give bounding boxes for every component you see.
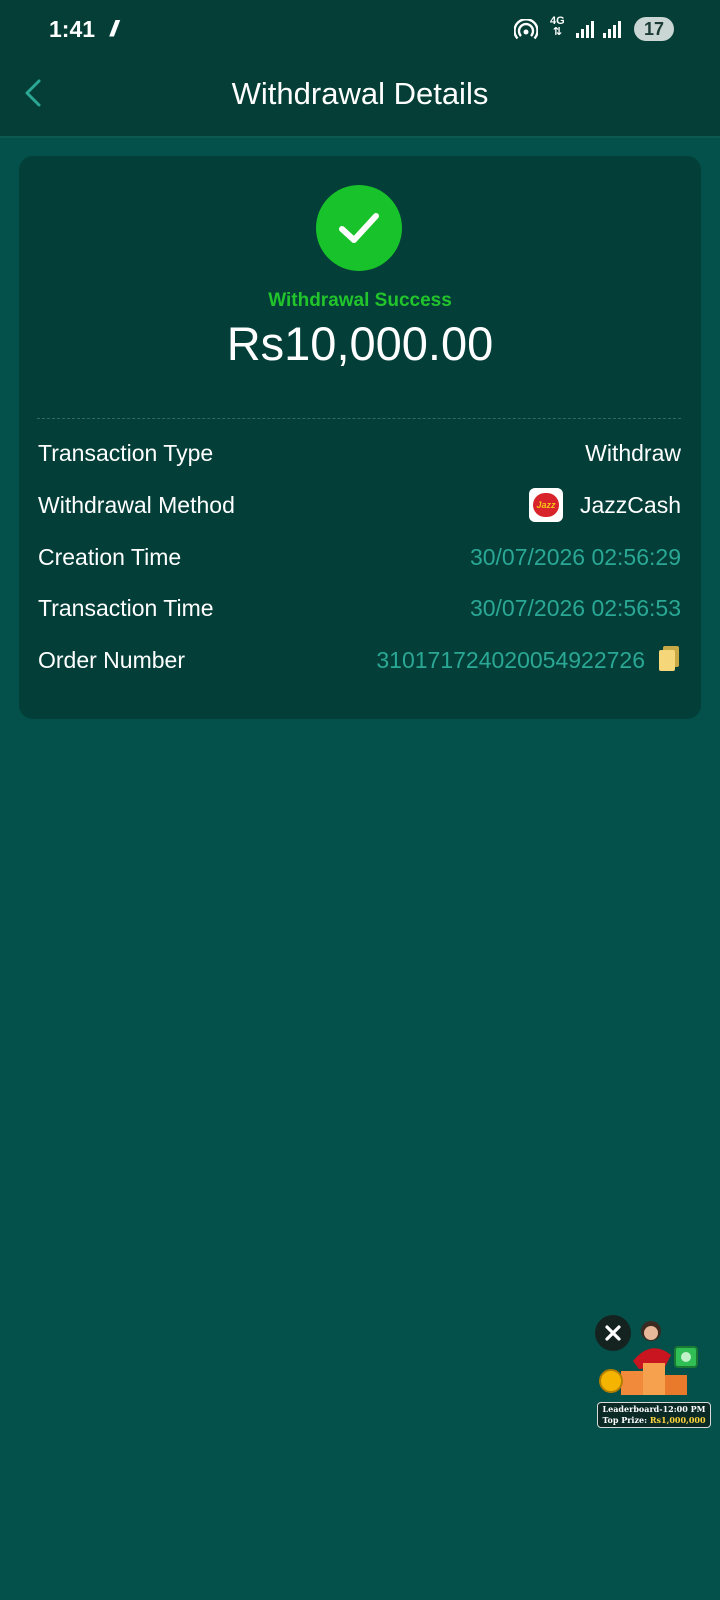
network-type-icon: 4G ⇅ [550,15,565,38]
detail-value: Withdraw [585,440,681,466]
status-text: Withdrawal Success [268,290,452,311]
network-type: 4G [550,15,565,27]
jazzcash-logo-icon: Jazz [529,488,563,522]
signal-icon [576,21,594,38]
promo-line2-amount: Rs1,000,000 [649,1415,706,1425]
detail-row-creation-time: Creation Time 30/07/2026 02:56:29 [38,544,681,576]
detail-value: 30/07/2026 02:56:53 [469,595,681,621]
page-title: Withdrawal Details [231,76,489,111]
leaderboard-promo[interactable]: Leaderboard-12:00 PM Top Prize: Rs1,000,… [595,1315,711,1431]
detail-label: Transaction Type [38,440,214,466]
order-number-value: 310171724020054922726 [376,647,645,673]
detail-label: Withdrawal Method [38,492,235,518]
promo-line1-time: 12:00 PM [662,1404,706,1414]
detail-label: Transaction Time [38,595,214,621]
detail-value: JazzCash [580,492,681,518]
promo-line1-prefix: Leaderboard- [602,1404,663,1414]
withdrawal-details-card: Withdrawal Success Rs10,000.00 Transacti… [19,156,701,719]
divider [37,418,681,419]
detail-label: Creation Time [38,544,182,570]
detail-value: 30/07/2026 02:56:29 [469,544,681,570]
status-time: 1:41 [49,16,96,42]
copy-icon[interactable] [657,645,681,673]
promo-line2-prefix: Top Prize: [602,1415,650,1425]
withdrawal-amount: Rs10,000.00 [226,317,494,370]
signal-icon [603,21,621,38]
detail-row-transaction-time: Transaction Time 30/07/2026 02:56:53 [38,595,681,627]
close-icon [605,1325,621,1341]
detail-row-withdrawal-method: Withdrawal Method Jazz JazzCash [38,488,681,524]
battery-indicator: 17 [634,17,674,41]
check-circle-icon [316,185,402,271]
detail-row-transaction-type: Transaction Type Withdraw [38,440,681,472]
detail-row-order-number: Order Number 310171724020054922726 [38,645,681,679]
top-bar: 1:41 // 4G ⇅ 17 Withdrawal Details [0,0,720,138]
hotspot-icon [514,19,538,40]
promo-close-button[interactable] [595,1315,631,1351]
detail-label: Order Number [38,647,185,673]
notification-icon: // [110,16,118,41]
promo-caption: Leaderboard-12:00 PM Top Prize: Rs1,000,… [597,1402,711,1428]
